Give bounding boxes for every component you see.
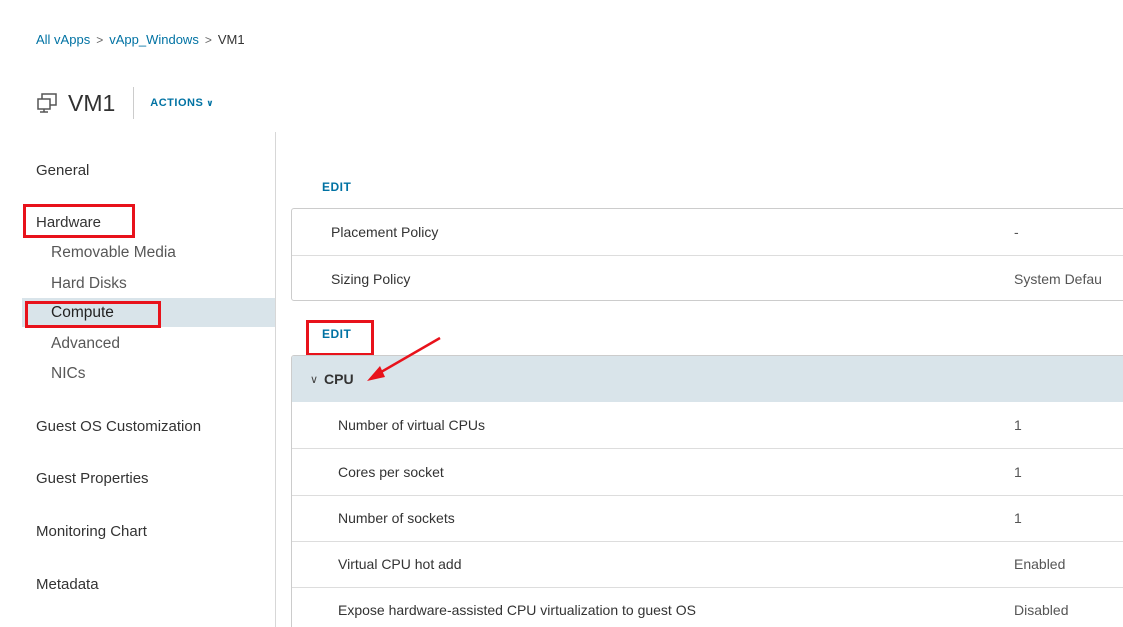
sidebar-item-metadata[interactable]: Metadata bbox=[36, 576, 99, 593]
breadcrumb-all-vapps[interactable]: All vApps bbox=[36, 32, 90, 47]
cpu-section-header[interactable]: ∨ CPU bbox=[292, 356, 1123, 402]
cpu-row-hot-add: Virtual CPU hot add Enabled bbox=[292, 541, 1123, 588]
breadcrumb-vapp-windows[interactable]: vApp_Windows bbox=[109, 32, 199, 47]
policies-edit-button[interactable]: EDIT bbox=[322, 180, 351, 194]
sidebar-item-monitoring-chart[interactable]: Monitoring Chart bbox=[36, 523, 147, 540]
sidebar-item-advanced[interactable]: Advanced bbox=[51, 335, 120, 353]
cpu-row-label: Virtual CPU hot add bbox=[338, 556, 462, 572]
cpu-section: ∨ CPU Number of virtual CPUs 1 Cores per… bbox=[291, 355, 1123, 627]
placement-policy-label: Placement Policy bbox=[331, 224, 439, 240]
policies-card: Placement Policy - Sizing Policy System … bbox=[291, 208, 1123, 301]
sidebar-item-general[interactable]: General bbox=[36, 162, 89, 179]
breadcrumb-separator: > bbox=[204, 32, 212, 47]
actions-button[interactable]: ACTIONS ∨ bbox=[150, 97, 214, 109]
hardware-annotation-box bbox=[23, 204, 135, 238]
cpu-row-hw-virtualization: Expose hardware-assisted CPU virtualizat… bbox=[292, 587, 1123, 627]
cpu-row-value: 1 bbox=[1014, 417, 1022, 433]
cpu-row-value: 1 bbox=[1014, 510, 1022, 526]
edit-annotation-box bbox=[306, 320, 374, 356]
cpu-row-label: Expose hardware-assisted CPU virtualizat… bbox=[338, 602, 696, 618]
page: All vApps > vApp_Windows > VM1 VM1 ACTIO… bbox=[0, 0, 1123, 627]
sidebar-item-nics[interactable]: NICs bbox=[51, 365, 85, 383]
sidebar-divider bbox=[275, 132, 276, 627]
breadcrumb-separator: > bbox=[96, 32, 104, 47]
sidebar-item-hard-disks[interactable]: Hard Disks bbox=[51, 275, 127, 293]
page-header: VM1 ACTIONS ∨ bbox=[36, 87, 214, 119]
page-title: VM1 bbox=[68, 89, 116, 116]
cpu-row-value: Enabled bbox=[1014, 556, 1066, 572]
actions-label: ACTIONS bbox=[150, 97, 204, 109]
cpu-row-sockets: Number of sockets 1 bbox=[292, 495, 1123, 542]
sidebar-item-guest-properties[interactable]: Guest Properties bbox=[36, 470, 149, 487]
cpu-row-virtual-cpus: Number of virtual CPUs 1 bbox=[292, 402, 1123, 449]
cpu-section-title: CPU bbox=[324, 371, 354, 387]
breadcrumb: All vApps > vApp_Windows > VM1 bbox=[36, 32, 245, 47]
sidebar-item-guest-os-customization[interactable]: Guest OS Customization bbox=[36, 418, 201, 435]
cpu-row-value: Disabled bbox=[1014, 602, 1069, 618]
cpu-row-label: Number of virtual CPUs bbox=[338, 417, 486, 433]
sizing-policy-label: Sizing Policy bbox=[331, 271, 411, 287]
vm-icon bbox=[37, 93, 57, 113]
sizing-policy-value: System Defau bbox=[1014, 271, 1102, 287]
placement-policy-value: - bbox=[1014, 224, 1019, 240]
cpu-row-cores-per-socket: Cores per socket 1 bbox=[292, 449, 1123, 496]
placement-policy-row: Placement Policy - bbox=[292, 209, 1123, 255]
chevron-down-icon: ∨ bbox=[310, 373, 319, 386]
title-divider bbox=[133, 87, 135, 119]
compute-annotation-box bbox=[25, 301, 161, 328]
cpu-row-value: 1 bbox=[1014, 464, 1022, 480]
chevron-down-icon: ∨ bbox=[206, 97, 215, 108]
sizing-policy-row: Sizing Policy System Defau bbox=[292, 256, 1123, 302]
cpu-row-label: Cores per socket bbox=[338, 464, 444, 480]
cpu-row-label: Number of sockets bbox=[338, 510, 455, 526]
breadcrumb-vm1: VM1 bbox=[217, 32, 245, 47]
sidebar-item-removable-media[interactable]: Removable Media bbox=[51, 244, 176, 262]
